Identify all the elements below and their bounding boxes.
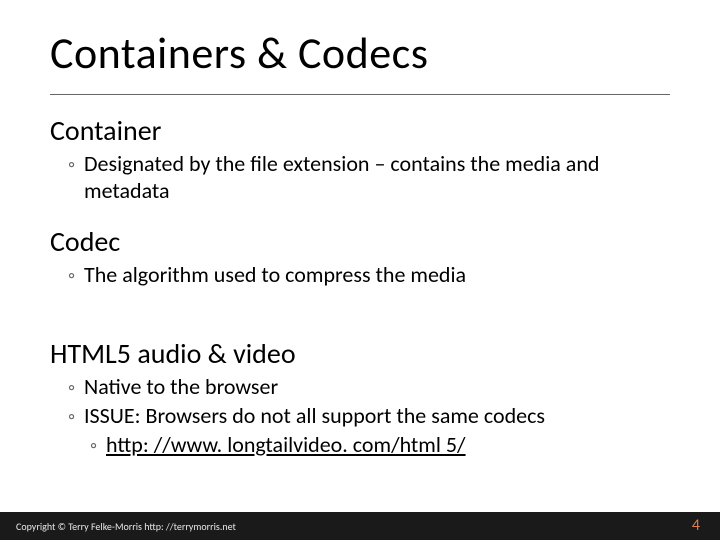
section-heading-codec: Codec <box>50 224 670 259</box>
footer-bar: Copyright © Terry Felke-Morris http: //t… <box>0 512 720 540</box>
bullet-text: Native to the browser <box>84 373 278 400</box>
title-divider <box>50 94 670 95</box>
section-heading-html5: HTML5 audio & video <box>50 336 670 371</box>
bullet-item: ◦ Designated by the file extension – con… <box>50 150 670 204</box>
slide-title: Containers & Codecs <box>50 26 670 80</box>
page-number: 4 <box>692 516 700 535</box>
bullet-item: ◦ Native to the browser <box>50 373 670 400</box>
bullet-text: Designated by the file extension – conta… <box>84 150 670 204</box>
bullet-marker-icon: ◦ <box>68 405 80 429</box>
bullet-marker-icon: ◦ <box>68 153 80 177</box>
bullet-text: ISSUE: Browsers do not all support the s… <box>84 402 545 429</box>
bullet-item: ◦ ISSUE: Browsers do not all support the… <box>50 402 670 429</box>
bullet-link[interactable]: http: //www. longtailvideo. com/html 5/ <box>106 431 466 458</box>
copyright-text: Copyright © Terry Felke-Morris http: //t… <box>16 520 236 533</box>
bullet-item: ◦ The algorithm used to compress the med… <box>50 261 670 288</box>
sub-bullet-item: ◦ http: //www. longtailvideo. com/html 5… <box>50 431 670 458</box>
slide: Containers & Codecs Container ◦ Designat… <box>0 0 720 540</box>
bullet-marker-icon: ◦ <box>68 376 80 400</box>
bullet-marker-icon: ◦ <box>90 434 102 458</box>
section-heading-container: Container <box>50 113 670 148</box>
bullet-marker-icon: ◦ <box>68 264 80 288</box>
bullet-text: The algorithm used to compress the media <box>84 261 466 288</box>
